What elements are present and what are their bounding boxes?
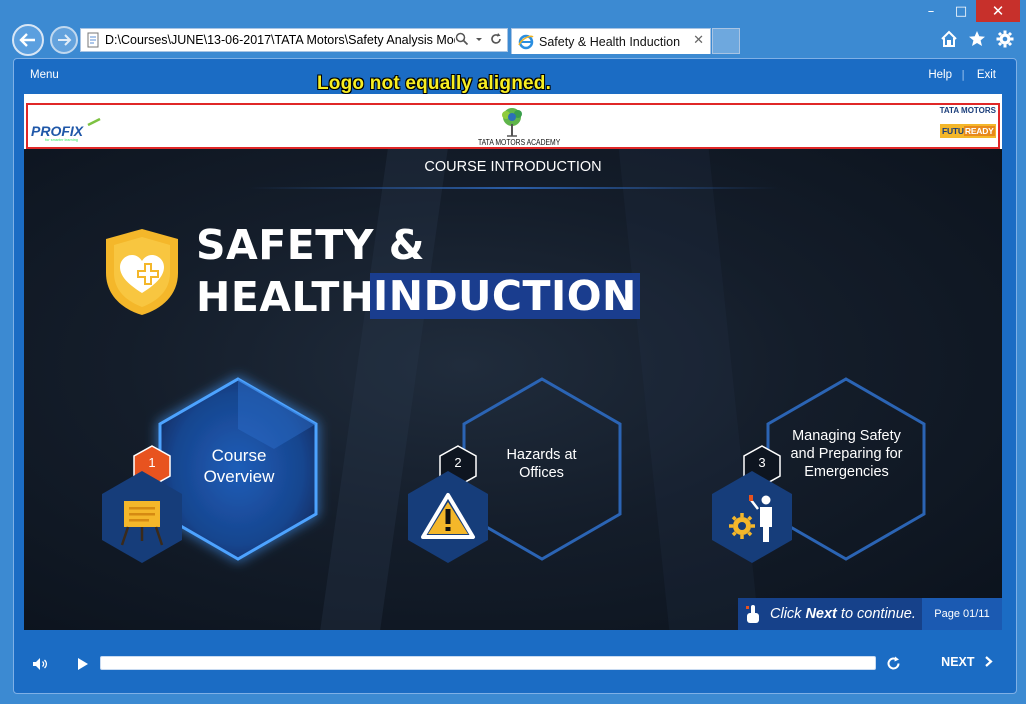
favorites-star-icon[interactable] [968, 30, 986, 47]
help-button[interactable]: Help [928, 69, 952, 81]
module-1-label[interactable]: Course Overview [184, 445, 294, 488]
tab-title: Safety & Health Induction [539, 34, 681, 49]
click-next-prompt: Click Next to continue. [738, 598, 922, 630]
futu-text: FUTU [942, 126, 964, 136]
module-1-number: 1 [148, 455, 156, 470]
player-controls: NEXT [14, 639, 1016, 695]
progress-bar[interactable] [100, 656, 876, 670]
next-label: NEXT [941, 655, 975, 669]
close-tab-icon[interactable]: ✕ [693, 33, 704, 48]
maximize-button[interactable]: □ [946, 0, 976, 22]
topbar-separator: | [961, 68, 965, 81]
settings-gear-icon[interactable] [996, 30, 1014, 48]
next-button[interactable]: NEXT [941, 655, 994, 669]
cta-suffix: to continue. [836, 606, 916, 622]
review-annotation: Logo not equally aligned. [317, 73, 552, 94]
profix-swoosh-icon [87, 118, 101, 126]
dropdown-icon[interactable] [475, 32, 483, 46]
slide-stage: COURSE INTRODUCTION SAFETY & HEALTH INDU… [24, 149, 1002, 630]
module-3-number: 3 [758, 455, 766, 470]
tata-motors-logo: TATA MOTORS [939, 106, 996, 115]
profix-tagline: for smarter learning [45, 138, 79, 142]
play-icon[interactable] [77, 657, 89, 671]
hand-pointer-icon [746, 605, 759, 623]
module-3-icon-hex [712, 471, 792, 563]
logo-band: PROFIX for smarter learning TATA MOTORS … [24, 94, 1002, 149]
volume-icon[interactable] [32, 657, 48, 671]
refresh-icon[interactable] [489, 32, 503, 46]
tab-safety-health-induction[interactable]: Safety & Health Induction ✕ [511, 28, 711, 54]
cta-prefix: Click [770, 606, 806, 622]
search-icon[interactable] [455, 32, 469, 46]
new-tab-button[interactable] [712, 28, 740, 54]
exit-button[interactable]: Exit [977, 69, 996, 81]
ready-text: READY [963, 126, 995, 136]
chevron-right-icon [985, 656, 993, 667]
page-indicator: Page 01/11 [922, 598, 1002, 630]
forward-button[interactable] [50, 26, 78, 54]
academy-logo-text: TATA MOTORS ACADEMY [478, 138, 561, 147]
module-2-number: 2 [454, 455, 462, 470]
window-controls: – □ ✕ [916, 0, 1020, 22]
module-3-label[interactable]: Managing Safety and Preparing for Emerge… [784, 427, 909, 481]
minimize-button[interactable]: – [916, 0, 946, 22]
address-bar[interactable]: D:\Courses\JUNE\13-06-2017\TATA Motors\S… [80, 28, 508, 52]
forward-icon [58, 34, 72, 46]
click-next-text: Click Next to continue. [770, 606, 916, 622]
module-2-icon-hex [408, 471, 488, 563]
profix-logo: PROFIX for smarter learning [31, 118, 101, 142]
browser-chrome: – □ ✕ D:\Courses\JUNE\13-06-2017\TATA Mo… [0, 0, 1026, 58]
module-hexagons [102, 377, 926, 563]
cta-emphasis: Next [805, 606, 837, 622]
tata-motors-academy-logo: TATA MOTORS ACADEMY [472, 105, 561, 149]
page-icon [87, 32, 99, 48]
address-url[interactable]: D:\Courses\JUNE\13-06-2017\TATA Motors\S… [105, 33, 455, 47]
academy-tree-icon [502, 108, 522, 137]
module-2-label[interactable]: Hazards at Offices [484, 446, 599, 482]
profix-logo-text: PROFIX [31, 123, 84, 139]
futuready-logo: FUTUREADY [940, 124, 996, 138]
menu-button[interactable]: Menu [30, 69, 59, 81]
course-player: Menu Logo not equally aligned. Help | Ex… [13, 58, 1017, 694]
back-icon [19, 33, 35, 47]
ie-icon [518, 34, 534, 49]
player-topbar: Menu Logo not equally aligned. Help | Ex… [14, 59, 1016, 94]
home-icon[interactable] [940, 30, 958, 47]
close-window-button[interactable]: ✕ [976, 0, 1020, 22]
replay-icon[interactable] [885, 655, 902, 672]
back-button[interactable] [12, 24, 44, 56]
